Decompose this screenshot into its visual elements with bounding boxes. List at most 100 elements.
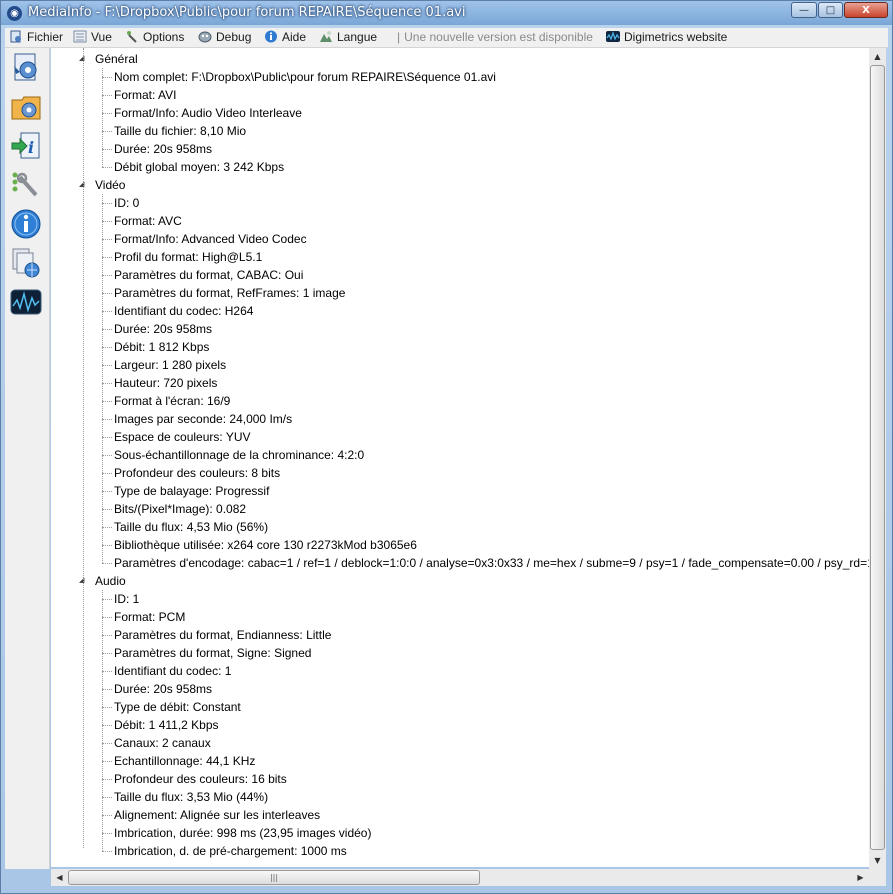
tree-item[interactable]: Sous-échantillonnage de la chrominance: … (114, 446, 364, 464)
menu-digimetrics-label: Digimetrics website (624, 30, 728, 44)
tree-connector (102, 311, 112, 312)
menu-digimetrics[interactable]: Digimetrics website (606, 30, 727, 44)
tree-item[interactable]: Taille du fichier: 8,10 Mio (114, 122, 246, 140)
maximize-button[interactable]: □ (818, 2, 843, 18)
tree-item[interactable]: Durée: 20s 958ms (114, 320, 212, 338)
close-button[interactable]: X (844, 2, 888, 18)
tree-item[interactable]: Echantillonnage: 44,1 KHz (114, 752, 255, 770)
tree-item[interactable]: Paramètres du format, RefFrames: 1 image (114, 284, 345, 302)
menu-vue[interactable]: Vue (73, 30, 112, 44)
menu-new-version-label: Une nouvelle version est disponible (404, 30, 593, 44)
tree-item[interactable]: Format à l'écran: 16/9 (114, 392, 230, 410)
tree-item[interactable]: Débit: 1 812 Kbps (114, 338, 209, 356)
menu-bar: Fichier Vue Options Debug Aide Langue | U… (5, 28, 888, 48)
tree-connector (102, 725, 112, 726)
tree-item[interactable]: Format/Info: Advanced Video Codec (114, 230, 307, 248)
menu-fichier[interactable]: Fichier (9, 30, 63, 44)
about-icon[interactable] (10, 208, 42, 240)
tree-connector (102, 833, 112, 834)
tree-branch-line (102, 194, 103, 563)
tree-item[interactable]: Imbrication, durée: 998 ms (23,95 images… (114, 824, 371, 842)
debug-icon (198, 31, 212, 43)
scroll-down-arrow-icon[interactable]: ▼ (869, 852, 886, 869)
tree-item[interactable]: Format: AVC (114, 212, 182, 230)
help-icon (265, 30, 277, 43)
digimetrics-icon (606, 31, 620, 42)
preferences-icon[interactable] (10, 169, 42, 201)
tree-item[interactable]: Format: PCM (114, 608, 185, 626)
tree-item[interactable]: Canaux: 2 canaux (114, 734, 211, 752)
tree-item[interactable]: Durée: 20s 958ms (114, 140, 212, 158)
tree-item[interactable]: ID: 0 (114, 194, 139, 212)
menu-new-version[interactable]: | Une nouvelle version est disponible (397, 30, 593, 44)
tree-item[interactable]: Identifiant du codec: H264 (114, 302, 253, 320)
vertical-scroll-thumb[interactable] (870, 65, 885, 850)
tree-item[interactable]: Identifiant du codec: 1 (114, 662, 231, 680)
vertical-scrollbar[interactable]: ▲ ▼ (869, 48, 886, 869)
menu-aide[interactable]: Aide (264, 30, 306, 44)
scroll-up-arrow-icon[interactable]: ▲ (869, 48, 886, 65)
title-bar[interactable]: ◉ MediaInfo - F:\Dropbox\Public\pour for… (1, 1, 892, 25)
tree-connector (102, 689, 112, 690)
minimize-button[interactable]: — (791, 2, 817, 18)
tree-branch-line (102, 590, 103, 851)
digimetrics-app-icon[interactable] (10, 286, 42, 318)
export-icon[interactable]: i (10, 130, 42, 162)
tree-item[interactable]: Type de débit: Constant (114, 698, 241, 716)
tree-connector (102, 293, 112, 294)
app-icon[interactable]: ◉ (7, 6, 22, 21)
horizontal-scrollbar[interactable]: ◀ ||| ▶ (51, 869, 869, 886)
tree-connector (102, 437, 112, 438)
tree-item[interactable]: Alignement: Alignée sur les interleaves (114, 806, 320, 824)
tree-item[interactable]: Imbrication, d. de pré-chargement: 1000 … (114, 842, 347, 860)
tree-connector (102, 473, 112, 474)
tree-item[interactable]: Bits/(Pixel*Image): 0.082 (114, 500, 246, 518)
tree-item[interactable]: Espace de couleurs: YUV (114, 428, 251, 446)
menu-aide-label: Aide (282, 30, 307, 44)
sidebar-toolbar: i (5, 48, 50, 869)
tree-item[interactable]: Taille du flux: 3,53 Mio (44%) (114, 788, 268, 806)
tree-item[interactable]: ID: 1 (114, 590, 139, 608)
tree-item[interactable]: Taille du flux: 4,53 Mio (56%) (114, 518, 268, 536)
tree-connector (102, 203, 112, 204)
tree-item[interactable]: Profondeur des couleurs: 16 bits (114, 770, 287, 788)
tree-item[interactable]: Format: AVI (114, 86, 176, 104)
tree-item[interactable]: Hauteur: 720 pixels (114, 374, 217, 392)
tree-item[interactable]: Paramètres du format, Signe: Signed (114, 644, 311, 662)
tree-connector (102, 797, 112, 798)
web-icon[interactable] (10, 247, 42, 279)
tree-item[interactable]: Profil du format: High@L5.1 (114, 248, 262, 266)
menu-langue[interactable]: Langue (319, 30, 377, 44)
menu-options[interactable]: Options (125, 30, 184, 44)
scroll-left-arrow-icon[interactable]: ◀ (51, 869, 68, 886)
tree-item[interactable]: Format/Info: Audio Video Interleave (114, 104, 302, 122)
tree-item[interactable]: Type de balayage: Progressif (114, 482, 269, 500)
scroll-right-arrow-icon[interactable]: ▶ (852, 869, 869, 886)
tree-item[interactable]: Images par seconde: 24,000 Im/s (114, 410, 292, 428)
tree-section-title: Audio (95, 574, 126, 588)
tree-connector (102, 527, 112, 528)
tree-item[interactable]: Paramètres d'encodage: cabac=1 / ref=1 /… (114, 554, 869, 572)
open-file-icon[interactable] (10, 52, 42, 84)
tree-connector (102, 455, 112, 456)
tree-connector (102, 221, 112, 222)
tree-item[interactable]: Durée: 20s 958ms (114, 680, 212, 698)
menu-debug-label: Debug (216, 30, 252, 44)
info-tree-view[interactable]: ◢ Général Nom complet: F:\Dropbox\Public\p… (51, 48, 869, 867)
tree-item[interactable]: Bibliothèque utilisée: x264 core 130 r22… (114, 536, 417, 554)
tree-connector (102, 401, 112, 402)
tree-connector (102, 239, 112, 240)
tree-connector (102, 167, 112, 168)
menu-debug[interactable]: Debug (198, 30, 251, 44)
open-folder-icon[interactable] (10, 91, 42, 123)
tree-connector (102, 653, 112, 654)
tree-item[interactable]: Profondeur des couleurs: 8 bits (114, 464, 280, 482)
tree-item[interactable]: Nom complet: F:\Dropbox\Public\pour foru… (114, 68, 496, 86)
tree-item[interactable]: Largeur: 1 280 pixels (114, 356, 226, 374)
tree-item[interactable]: Débit: 1 411,2 Kbps (114, 716, 219, 734)
tree-connector (102, 509, 112, 510)
horizontal-scroll-thumb[interactable]: ||| (68, 870, 480, 885)
tree-item[interactable]: Paramètres du format, Endianness: Little (114, 626, 331, 644)
tree-item[interactable]: Paramètres du format, CABAC: Oui (114, 266, 303, 284)
tree-item[interactable]: Débit global moyen: 3 242 Kbps (114, 158, 284, 176)
